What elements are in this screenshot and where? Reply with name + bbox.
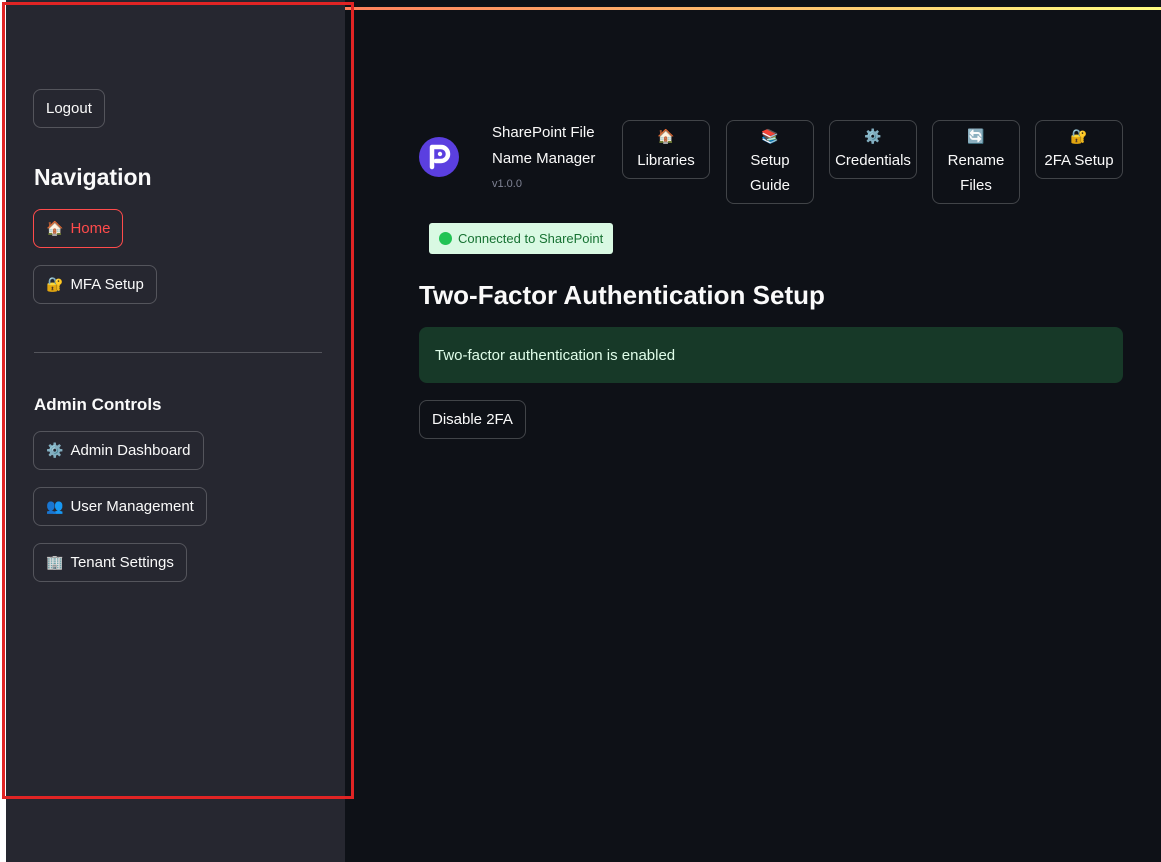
success-alert: Two-factor authentication is enabled — [419, 327, 1123, 383]
app-version: v1.0.0 — [492, 178, 522, 190]
disable-2fa-label: Disable 2FA — [432, 411, 513, 428]
tab-credentials[interactable]: ⚙️ Credentials — [829, 120, 917, 179]
app-logo — [419, 137, 459, 177]
app-title: SharePoint File Name Manager — [492, 124, 596, 167]
home-icon: 🏠 — [657, 129, 675, 145]
disable-2fa-button[interactable]: Disable 2FA — [419, 400, 526, 439]
sidebar-item-label: Admin Dashboard — [70, 442, 191, 459]
tab-label: 2FA Setup — [1044, 152, 1114, 169]
tab-setup-guide[interactable]: 📚 Setup Guide — [726, 120, 814, 204]
sidebar-item-admin-dashboard[interactable]: ⚙️ Admin Dashboard — [33, 431, 204, 470]
lock-icon: 🔐 — [1070, 129, 1088, 145]
logout-label: Logout — [46, 100, 92, 117]
tab-libraries[interactable]: 🏠 Libraries — [622, 120, 710, 179]
sidebar: Logout Navigation 🏠 Home 🔐 MFA Setup Adm… — [6, 0, 345, 862]
home-icon: 🏠 — [46, 220, 64, 237]
page-title: Two-Factor Authentication Setup — [419, 280, 825, 310]
status-dot-icon — [439, 232, 452, 245]
tab-label: Libraries — [637, 152, 695, 169]
sidebar-item-label: Home — [70, 220, 111, 237]
books-icon: 📚 — [761, 129, 779, 145]
tab-rename-files[interactable]: 🔄 Rename Files — [932, 120, 1020, 204]
gear-icon: ⚙️ — [46, 442, 64, 459]
sidebar-item-home[interactable]: 🏠 Home — [33, 209, 124, 248]
navigation-heading: Navigation — [34, 164, 152, 190]
sidebar-item-user-management[interactable]: 👥 User Management — [33, 487, 207, 526]
connection-status-badge: Connected to SharePoint — [429, 223, 614, 254]
tab-label: Rename Files — [947, 152, 1005, 194]
logout-button[interactable]: Logout — [33, 89, 105, 128]
sidebar-item-label: Tenant Settings — [70, 554, 174, 571]
sidebar-item-label: User Management — [70, 498, 194, 515]
lock-icon: 🔐 — [46, 276, 64, 293]
tab-label: Setup Guide — [749, 152, 791, 194]
tab-2fa-setup[interactable]: 🔐 2FA Setup — [1035, 120, 1123, 179]
refresh-icon: 🔄 — [967, 129, 985, 145]
alert-text: Two-factor authentication is enabled — [435, 346, 676, 364]
building-icon: 🏢 — [46, 554, 64, 571]
admin-controls-heading: Admin Controls — [34, 395, 162, 414]
tab-label: Credentials — [835, 152, 911, 169]
app-frame: Logout Navigation 🏠 Home 🔐 MFA Setup Adm… — [6, 0, 1161, 862]
gear-icon: ⚙️ — [864, 129, 882, 145]
sidebar-item-label: MFA Setup — [70, 276, 144, 293]
users-icon: 👥 — [46, 498, 64, 515]
sidebar-divider — [34, 352, 322, 353]
status-label: Connected to SharePoint — [458, 231, 604, 246]
sidebar-item-tenant-settings[interactable]: 🏢 Tenant Settings — [33, 543, 187, 582]
sidebar-item-mfa-setup[interactable]: 🔐 MFA Setup — [33, 265, 157, 304]
